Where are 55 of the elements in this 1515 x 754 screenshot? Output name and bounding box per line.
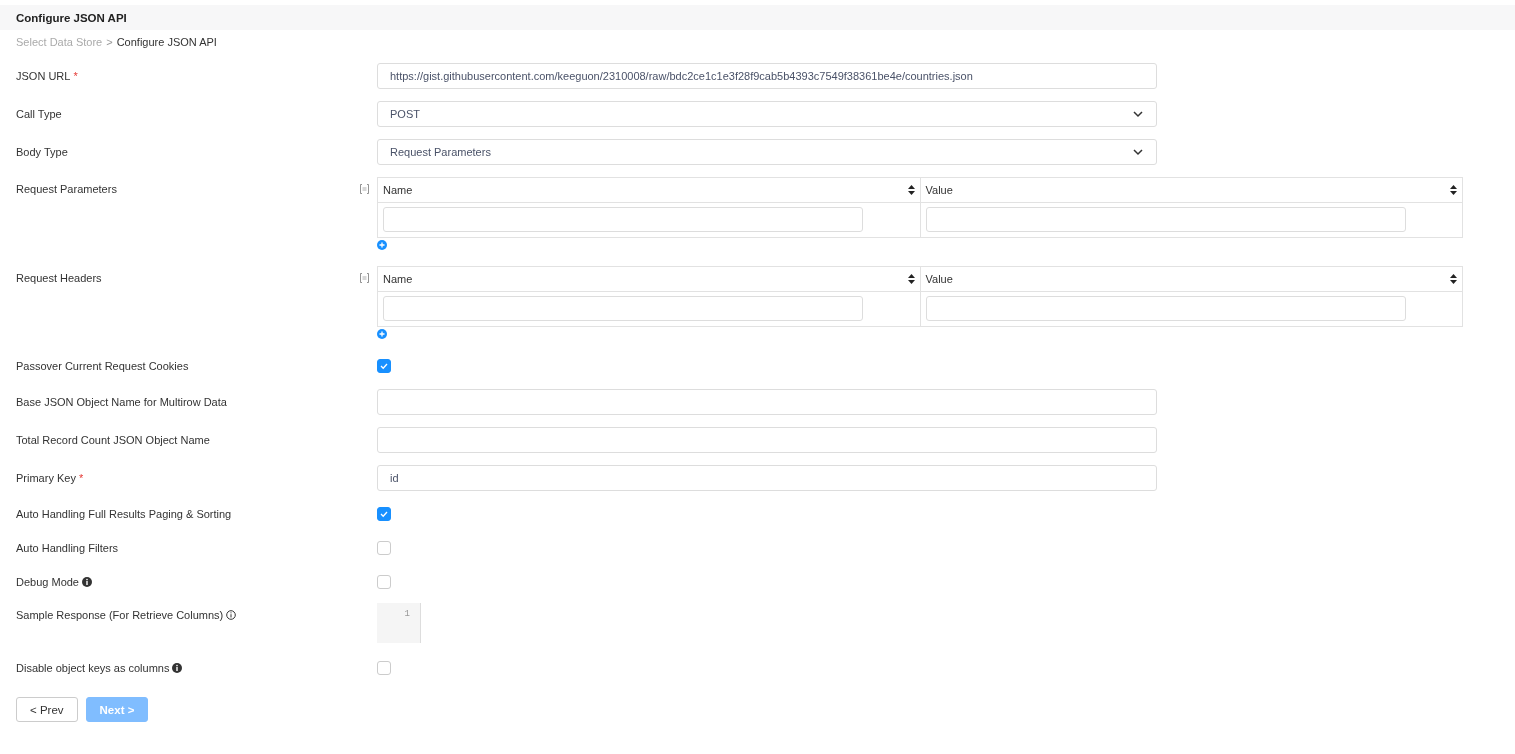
prev-button[interactable]: < Prev xyxy=(16,697,78,722)
file-icon[interactable] xyxy=(360,273,369,283)
required-mark: * xyxy=(73,70,78,82)
field-label: Request Parameters xyxy=(16,183,117,195)
dropdown[interactable]: Request Parameters xyxy=(377,139,1157,165)
info-icon[interactable] xyxy=(226,610,237,620)
field-label: Base JSON Object Name for Multirow Data xyxy=(16,396,227,408)
column-header: Value xyxy=(925,273,953,285)
text-field[interactable] xyxy=(377,427,1157,453)
field-label: Disable object keys as columns xyxy=(16,662,170,674)
field-label: Primary Key xyxy=(16,472,76,484)
checkbox[interactable] xyxy=(377,541,391,555)
chevron-down-icon[interactable] xyxy=(1132,146,1144,158)
field-label: Debug Mode xyxy=(16,576,79,588)
checkbox[interactable] xyxy=(377,661,391,675)
checkbox[interactable] xyxy=(377,507,391,521)
column-header: Name xyxy=(383,184,413,196)
required-mark: * xyxy=(78,472,84,484)
info-icon[interactable] xyxy=(172,663,183,673)
sort-icon[interactable] xyxy=(907,274,915,284)
breadcrumb-item: Configure JSON API xyxy=(116,36,217,50)
field-label: Auto Handling Full Results Paging & Sorting xyxy=(16,508,232,520)
info-icon[interactable] xyxy=(82,577,92,587)
field-label: Passover Current Request Cookies xyxy=(16,360,189,372)
text-field[interactable]: id xyxy=(377,465,1157,491)
line-number: 1 xyxy=(404,609,410,621)
field-label: Request Headers xyxy=(16,272,102,284)
sort-icon[interactable] xyxy=(907,185,915,195)
field-label: Body Type xyxy=(16,146,68,158)
input-field[interactable] xyxy=(383,207,863,232)
chevron-down-icon[interactable] xyxy=(1132,108,1144,120)
field-label: Sample Response (For Retrieve Columns) xyxy=(16,609,224,621)
file-icon[interactable] xyxy=(360,184,369,194)
check-icon xyxy=(379,509,389,519)
field-label: Total Record Count JSON Object Name xyxy=(16,434,210,446)
field-label: Call Type xyxy=(16,108,62,120)
check-icon xyxy=(379,361,389,371)
add-icon[interactable] xyxy=(377,240,387,250)
page-header: Configure JSON API xyxy=(0,5,1515,30)
column-header: Value xyxy=(925,184,953,196)
dropdown[interactable]: POST xyxy=(377,101,1157,127)
sort-icon[interactable] xyxy=(1450,274,1457,284)
text-field[interactable] xyxy=(377,389,1157,415)
checkbox[interactable] xyxy=(377,575,391,589)
column-header: Name xyxy=(383,273,413,285)
input-field[interactable] xyxy=(925,207,1406,232)
field-label: Auto Handling Filters xyxy=(16,542,119,554)
breadcrumb-separator: > xyxy=(106,36,113,50)
text-field[interactable]: https://gist.githubusercontent.com/keeguon/2310008/raw/bdc2ce1c1e3f28f9cab5b4393c7549f38361be4e/countries.json xyxy=(377,63,1157,89)
sort-icon[interactable] xyxy=(1450,185,1457,195)
field-label: JSON URL xyxy=(16,70,71,82)
input-field[interactable] xyxy=(925,296,1406,321)
add-icon[interactable] xyxy=(377,329,387,339)
input-field[interactable] xyxy=(383,296,863,321)
checkbox[interactable] xyxy=(377,359,391,373)
